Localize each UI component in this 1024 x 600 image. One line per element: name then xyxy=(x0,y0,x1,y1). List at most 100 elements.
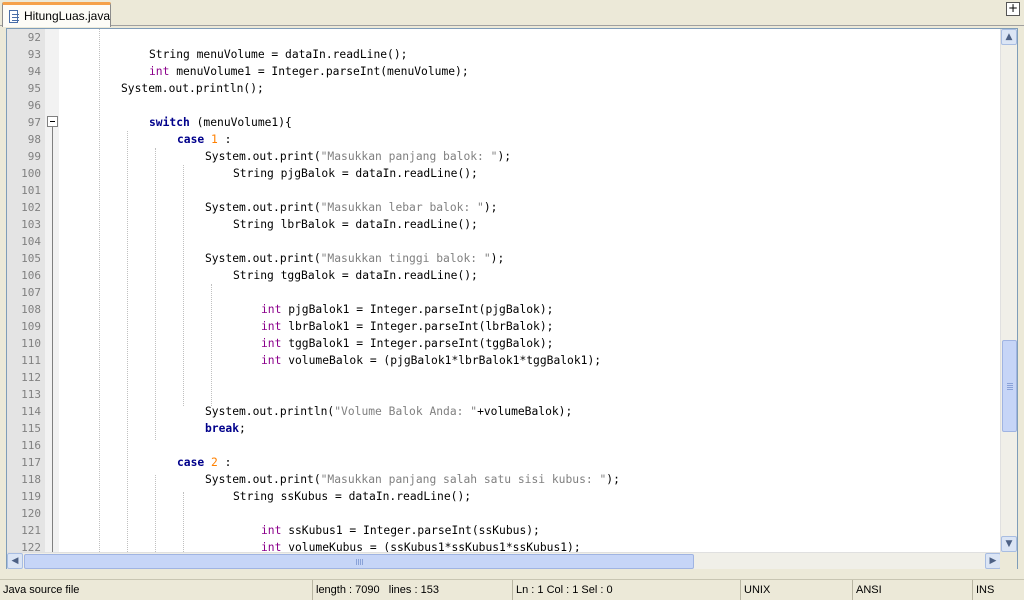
line-number: 121 xyxy=(21,524,41,537)
code-line: int lbrBalok1 = Integer.parseInt(lbrBalo… xyxy=(261,318,553,335)
code-line: System.out.println("Volume Balok Anda: "… xyxy=(205,403,572,420)
fold-collapse-icon[interactable] xyxy=(47,116,58,127)
line-number: 100 xyxy=(21,167,41,180)
scrollbar-corner xyxy=(1000,552,1017,569)
indent-guide xyxy=(155,148,156,440)
type-token: int xyxy=(261,354,282,367)
line-number: 97 xyxy=(27,116,41,129)
code-line: System.out.print("Masukkan panjang salah… xyxy=(205,471,620,488)
string-token: "Volume Balok Anda: " xyxy=(334,405,478,418)
code-token: System.out.print( xyxy=(205,473,321,486)
scroll-down-icon[interactable]: ▼ xyxy=(1001,536,1017,552)
line-number: 108 xyxy=(21,303,41,316)
line-number: 115 xyxy=(21,422,41,435)
indent-guide xyxy=(183,492,184,552)
code-line: String lbrBalok = dataIn.readLine(); xyxy=(233,216,478,233)
status-eol: UNIX xyxy=(741,580,853,600)
string-token: "Masukkan lebar balok: " xyxy=(320,201,484,214)
status-insert-mode: INS xyxy=(976,584,995,596)
file-icon xyxy=(9,9,19,23)
scroll-right-icon[interactable]: ▶ xyxy=(985,553,1001,569)
code-line: String tggBalok = dataIn.readLine(); xyxy=(233,267,478,284)
horizontal-scroll-thumb[interactable] xyxy=(24,554,694,569)
line-number: 114 xyxy=(21,405,41,418)
code-token: String tggBalok = dataIn.readLine(); xyxy=(233,269,478,282)
code-token: ; xyxy=(239,422,246,435)
code-token: System.out.print( xyxy=(205,252,321,265)
code-area[interactable]: String menuVolume = dataIn.readLine(); in… xyxy=(65,29,1001,552)
status-lines: lines : 153 xyxy=(388,584,439,596)
code-token: +volumeBalok); xyxy=(477,405,573,418)
code-line: int volumeKubus = (ssKubus1*ssKubus1*ssK… xyxy=(261,539,581,552)
code-token: ); xyxy=(606,473,620,486)
code-line: int tggBalok1 = Integer.parseInt(tggBalo… xyxy=(261,335,553,352)
status-bar: Java source file length : 7090 lines : 1… xyxy=(0,579,1024,600)
line-number: 104 xyxy=(21,235,41,248)
scroll-left-icon[interactable]: ◀ xyxy=(7,553,23,569)
code-token: System.out.print( xyxy=(205,201,321,214)
code-token: ); xyxy=(483,201,498,214)
code-line: int pjgBalok1 = Integer.parseInt(pjgBalo… xyxy=(261,301,553,318)
code-token: lbrBalok1 = Integer.parseInt(lbrBalok); xyxy=(281,320,554,333)
number-token: 2 xyxy=(211,456,218,469)
line-number: 109 xyxy=(21,320,41,333)
indent-guide xyxy=(183,165,184,406)
line-number: 92 xyxy=(27,31,41,44)
line-number: 116 xyxy=(21,439,41,452)
status-length-lines: length : 7090 lines : 153 xyxy=(313,580,513,600)
code-line: int volumeBalok = (pjgBalok1*lbrBalok1*t… xyxy=(261,352,601,369)
type-token: int xyxy=(261,303,282,316)
code-token: : xyxy=(217,133,232,146)
code-line: System.out.println(); xyxy=(121,80,264,97)
line-number: 113 xyxy=(21,388,41,401)
indent-guide xyxy=(211,284,212,406)
line-number: 103 xyxy=(21,218,41,231)
line-number: 106 xyxy=(21,269,41,282)
code-line: switch (menuVolume1){ xyxy=(149,114,292,131)
code-token: String ssKubus = dataIn.readLine(); xyxy=(233,490,472,503)
type-token: int xyxy=(149,65,170,78)
line-number: 110 xyxy=(21,337,41,350)
code-token: ssKubus1 = Integer.parseInt(ssKubus); xyxy=(281,524,540,537)
line-number: 99 xyxy=(27,150,41,163)
code-token: menuVolume1 = Integer.parseInt(menuVolum… xyxy=(169,65,469,78)
code-line: int ssKubus1 = Integer.parseInt(ssKubus)… xyxy=(261,522,540,539)
keyword-token: case xyxy=(177,133,205,146)
line-number: 119 xyxy=(21,490,41,503)
vertical-scroll-thumb[interactable] xyxy=(1002,340,1017,432)
line-number: 102 xyxy=(21,201,41,214)
horizontal-scrollbar[interactable]: ◀ ▶ xyxy=(7,552,1001,569)
type-token: int xyxy=(261,337,282,350)
code-line: break; xyxy=(205,420,246,437)
tab-label: HitungLuas.java xyxy=(23,9,110,23)
scroll-up-icon[interactable]: ▲ xyxy=(1001,29,1017,45)
code-token: ); xyxy=(490,252,505,265)
fold-line xyxy=(52,126,53,552)
code-line: System.out.print("Masukkan lebar balok: … xyxy=(205,199,497,216)
status-length: length : 7090 xyxy=(316,584,380,596)
code-token: String menuVolume = dataIn.readLine(); xyxy=(149,48,408,61)
tab-hitungluas-java[interactable]: HitungLuas.java xyxy=(2,2,111,27)
code-line: case 2 : xyxy=(177,454,231,471)
code-token: ); xyxy=(497,150,512,163)
add-tab-icon[interactable]: + xyxy=(1006,2,1020,16)
type-token: int xyxy=(261,320,282,333)
line-number: 96 xyxy=(27,99,41,112)
line-number: 101 xyxy=(21,184,41,197)
status-cursor-position: Ln : 1 Col : 1 Sel : 0 xyxy=(513,580,741,600)
code-token: String lbrBalok = dataIn.readLine(); xyxy=(233,218,478,231)
type-token: int xyxy=(261,541,282,552)
line-number: 94 xyxy=(27,65,41,78)
code-token: String pjgBalok = dataIn.readLine(); xyxy=(233,167,478,180)
code-line: String menuVolume = dataIn.readLine(); xyxy=(149,46,407,63)
code-editor[interactable]: 92 93 94 95 96 97 98 99 100 101 102 103 104 105 106 107… xyxy=(6,28,1018,569)
vertical-scrollbar[interactable]: ▲ ▼ xyxy=(1000,29,1017,552)
code-line: String pjgBalok = dataIn.readLine(); xyxy=(233,165,478,182)
status-encoding: ANSI xyxy=(853,580,973,600)
code-line: String ssKubus = dataIn.readLine(); xyxy=(233,488,471,505)
indent-guide xyxy=(127,131,128,552)
string-token: "Masukkan panjang balok: " xyxy=(320,150,498,163)
line-number: 112 xyxy=(21,371,41,384)
